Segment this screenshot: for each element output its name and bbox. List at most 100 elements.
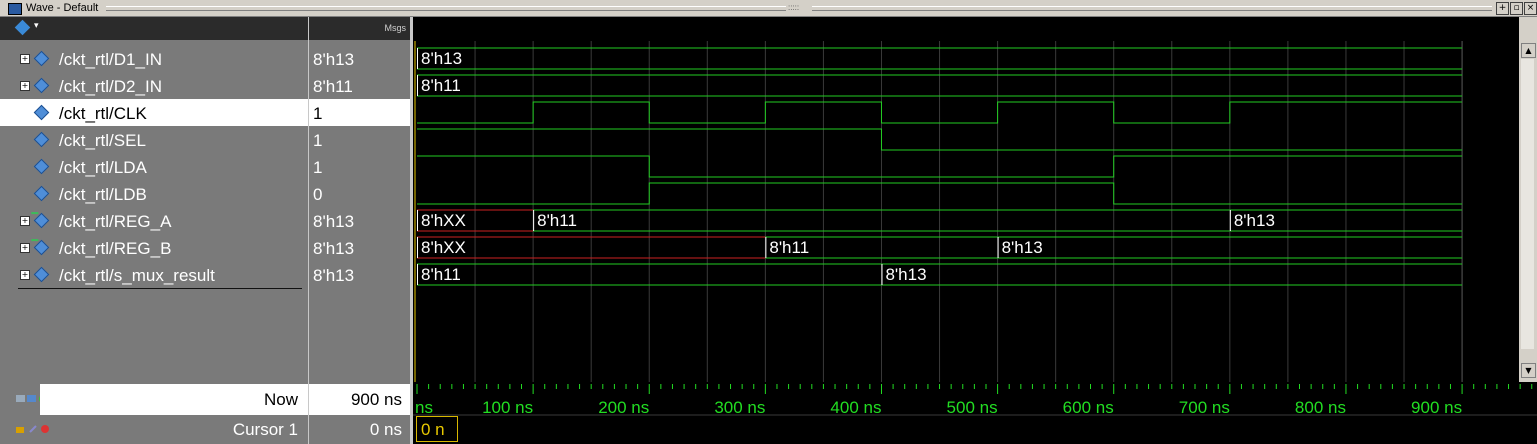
names-header: ▾ bbox=[0, 17, 308, 40]
time-tick-label: 900 ns bbox=[1411, 398, 1463, 417]
time-tick-label: 600 ns bbox=[1062, 398, 1114, 417]
scroll-up-icon[interactable]: ▲ bbox=[1521, 43, 1536, 58]
time-tick-label: ns bbox=[415, 398, 433, 417]
bus-value-label: 8'h11 bbox=[769, 238, 809, 257]
dock-button[interactable]: + bbox=[1496, 2, 1509, 15]
signal-value-row[interactable]: 8'h13 bbox=[309, 207, 410, 234]
signal-name: /ckt_rtl/D1_IN bbox=[59, 50, 162, 69]
signal-name: /ckt_rtl/REG_A bbox=[59, 212, 172, 231]
signal-value: 8'h13 bbox=[313, 212, 355, 231]
wave-menu-icon[interactable] bbox=[14, 19, 31, 36]
bus-value-label: 8'h11 bbox=[421, 76, 461, 95]
signal-names-pane: ▾ + /ckt_rtl/D1_IN + /ckt_rtl/D2_IN/ckt_rtl… bbox=[0, 17, 308, 382]
cursor-tag[interactable]: 0 n bbox=[416, 416, 458, 442]
time-tick-label: 300 ns bbox=[714, 398, 766, 417]
signal-value: 8'h13 bbox=[313, 50, 355, 69]
signal-value: 1 bbox=[313, 131, 323, 150]
signal-values-pane: Msgs 8'h13 8'h11 1 1 1 0 8'h13 8'h13 8'h13 bbox=[309, 17, 410, 382]
now-label: Now bbox=[263, 390, 298, 409]
signal-row[interactable]: /ckt_rtl/CLK bbox=[0, 99, 308, 126]
bus-value-label: 8'h13 bbox=[1234, 211, 1275, 230]
titlebar-grip-right bbox=[812, 6, 1492, 11]
time-tick-label: 400 ns bbox=[830, 398, 882, 417]
status-values: 900 ns 0 ns bbox=[309, 382, 410, 444]
signal-row[interactable]: /ckt_rtl/LDB bbox=[0, 180, 308, 207]
signal-name: /ckt_rtl/D2_IN bbox=[59, 77, 162, 96]
signal-value-row[interactable]: 0 bbox=[309, 180, 410, 207]
status-names: Now Cursor 1 bbox=[0, 382, 308, 444]
lock-cursor-icon[interactable] bbox=[16, 424, 50, 434]
waveform-pane[interactable]: 8'h13 8'h11 8'hXX 8'h11 8'h13 8'hXX 8'h11 8'h13… bbox=[413, 17, 1519, 382]
signal-value: 0 bbox=[313, 185, 323, 204]
signal-icon bbox=[33, 212, 50, 229]
signal-value-row[interactable]: 1 bbox=[309, 99, 410, 126]
cursor-tag-label: 0 n bbox=[421, 420, 445, 439]
window-titlebar[interactable]: Wave - Default ::::: + ▫ × bbox=[0, 0, 1537, 17]
signal-value: 8'h13 bbox=[313, 239, 355, 258]
bus-value-label: 8'h13 bbox=[421, 49, 462, 68]
bus-value-label: 8'h11 bbox=[421, 265, 461, 284]
signal-row[interactable]: + /ckt_rtl/D1_IN bbox=[0, 45, 308, 72]
signal-value: 1 bbox=[313, 158, 323, 177]
signal-row[interactable]: + /ckt_rtl/REG_A bbox=[0, 207, 308, 234]
now-value: 900 ns bbox=[350, 390, 402, 409]
signal-name: /ckt_rtl/SEL bbox=[59, 131, 146, 150]
signal-value-row[interactable]: 8'h13 bbox=[309, 261, 410, 288]
titlebar-grip-left bbox=[106, 6, 786, 11]
signal-value: 8'h11 bbox=[313, 77, 353, 96]
signal-value-row[interactable]: 8'h13 bbox=[309, 45, 410, 72]
signal-icon bbox=[33, 185, 50, 202]
now-value-box: 900 ns bbox=[309, 384, 410, 415]
signal-row[interactable]: /ckt_rtl/SEL bbox=[0, 126, 308, 153]
wave-window-icon bbox=[8, 3, 22, 15]
window-title: Wave - Default bbox=[26, 2, 99, 14]
undock-button[interactable]: ▫ bbox=[1510, 2, 1523, 15]
cursor-value: 0 ns bbox=[369, 420, 402, 439]
now-label-box: Now bbox=[40, 384, 308, 415]
timeline-ruler[interactable]: ns 100 ns 200 ns 300 ns 400 ns 500 ns 600 ns 70… bbox=[413, 382, 1537, 444]
signal-list-end-divider bbox=[18, 288, 302, 289]
signal-icon bbox=[33, 131, 50, 148]
signal-name: /ckt_rtl/s_mux_result bbox=[59, 266, 215, 285]
vertical-scrollbar[interactable]: ▲ ▼ bbox=[1519, 17, 1537, 382]
signal-row[interactable]: + /ckt_rtl/s_mux_result bbox=[0, 261, 308, 288]
signal-icon bbox=[33, 158, 50, 175]
expand-icon[interactable]: + bbox=[20, 270, 30, 280]
close-button[interactable]: × bbox=[1524, 2, 1537, 15]
signal-icon bbox=[33, 77, 50, 94]
signal-icon bbox=[33, 104, 50, 121]
signal-row[interactable]: + /ckt_rtl/D2_IN bbox=[0, 72, 308, 99]
time-tick-label: 700 ns bbox=[1178, 398, 1230, 417]
time-tick-label: 800 ns bbox=[1294, 398, 1346, 417]
signal-name: /ckt_rtl/LDA bbox=[59, 158, 147, 177]
signal-row[interactable]: /ckt_rtl/LDA bbox=[0, 153, 308, 180]
signal-name: /ckt_rtl/CLK bbox=[59, 104, 147, 123]
signal-value-row[interactable]: 8'h13 bbox=[309, 234, 410, 261]
msgs-header: Msgs bbox=[309, 17, 410, 40]
bus-value-label: 8'h13 bbox=[885, 265, 926, 284]
signal-icon bbox=[33, 266, 50, 283]
scroll-down-icon[interactable]: ▼ bbox=[1521, 363, 1536, 378]
signal-value-row[interactable]: 1 bbox=[309, 153, 410, 180]
expand-icon[interactable]: + bbox=[20, 216, 30, 226]
expand-icon[interactable]: + bbox=[20, 243, 30, 253]
signal-value-row[interactable]: 1 bbox=[309, 126, 410, 153]
signal-icon bbox=[33, 239, 50, 256]
time-tick-label: 500 ns bbox=[946, 398, 998, 417]
expand-icon[interactable]: + bbox=[20, 54, 30, 64]
signal-name: /ckt_rtl/LDB bbox=[59, 185, 147, 204]
cursor-label: Cursor 1 bbox=[232, 420, 298, 439]
signal-value: 1 bbox=[313, 104, 323, 123]
signal-value-row[interactable]: 8'h11 bbox=[309, 72, 410, 99]
signal-value: 8'h13 bbox=[313, 266, 355, 285]
titlebar-grip-handle[interactable]: ::::: bbox=[788, 3, 799, 12]
expand-icon[interactable]: + bbox=[20, 81, 30, 91]
bus-value-label: 8'hXX bbox=[421, 211, 466, 230]
signal-icon bbox=[33, 50, 50, 67]
signal-row[interactable]: + /ckt_rtl/REG_B bbox=[0, 234, 308, 261]
scroll-thumb[interactable] bbox=[1521, 59, 1534, 349]
chevron-down-icon[interactable]: ▾ bbox=[34, 21, 39, 31]
waveform-canvas[interactable]: 8'h13 8'h11 8'hXX 8'h11 8'h13 8'hXX 8'h11 8'h13… bbox=[413, 17, 1519, 382]
pane-splitter-names[interactable] bbox=[308, 17, 309, 444]
bus-value-label: 8'h13 bbox=[1002, 238, 1043, 257]
